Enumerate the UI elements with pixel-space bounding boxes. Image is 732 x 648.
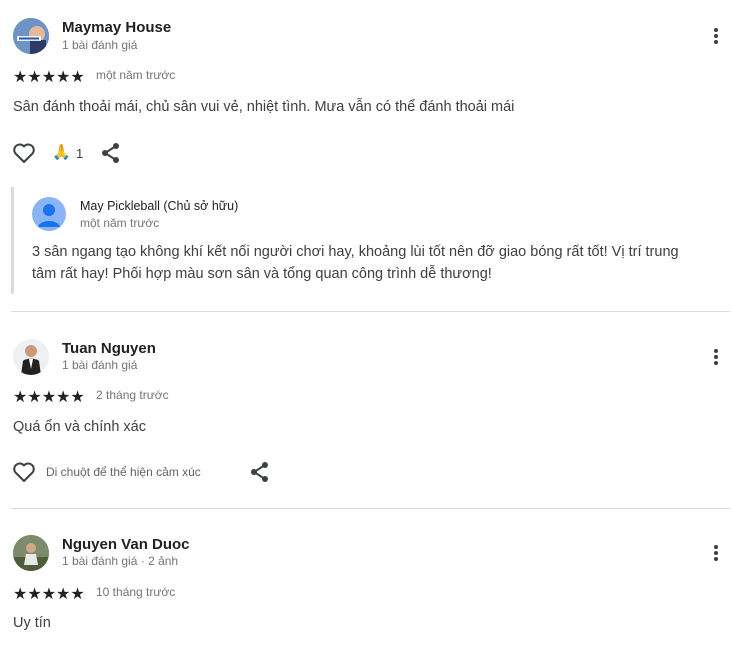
reviewer-avatar[interactable] [13,18,49,54]
like-button[interactable] [12,142,36,164]
reviewer-name[interactable]: Tuan Nguyen [62,340,156,357]
review-card-3: Nguyen Van Duoc 1 bài đánh giá · 2 ảnh ★… [0,509,732,648]
star-rating: ★★★★★ [13,389,85,406]
share-icon [102,143,119,163]
review-text: Sân đánh thoải mái, chủ sân vui vẻ, nhiệ… [13,99,515,115]
owner-reply-bar [11,187,14,294]
owner-avatar [32,197,66,231]
reviewer-review-count: 1 bài đánh giá · 2 ảnh [62,554,179,568]
reviewer-avatar[interactable] [13,339,49,375]
share-icon [251,462,268,482]
reaction-hover-hint: Di chuột để thể hiện cảm xúc [46,465,201,479]
heart-icon [13,462,35,482]
more-vert-icon [714,28,718,32]
more-options-button[interactable] [706,26,726,48]
heart-icon [13,143,35,163]
more-options-button[interactable] [706,543,726,565]
reaction-count: 1 [76,146,84,161]
reviewer-review-count: 1 bài đánh giá [62,358,138,372]
review-text: Uy tín [13,615,51,631]
review-date: 10 tháng trước [96,585,176,599]
reviewer-name[interactable]: Nguyen Van Duoc [62,536,190,553]
more-vert-icon [714,545,718,549]
review-card-2: Tuan Nguyen 1 bài đánh giá ★★★★★ 2 tháng… [0,312,732,508]
like-button[interactable] [12,461,36,483]
owner-reply-text-line-2: tâm rất hay! Phối hợp màu sơn sân và tổn… [32,266,492,282]
share-button[interactable] [101,142,121,164]
review-text: Quá ổn và chính xác [13,419,146,435]
owner-name: May Pickleball (Chủ sở hữu) [80,199,239,213]
more-options-button[interactable] [706,347,726,369]
star-rating: ★★★★★ [13,69,85,86]
reviewer-name[interactable]: Maymay House [62,19,171,36]
star-rating: ★★★★★ [13,586,85,603]
share-button[interactable] [250,461,270,483]
reviewer-avatar[interactable] [13,535,49,571]
owner-reply-date: một năm trước [80,216,160,230]
review-date: 2 tháng trước [96,388,169,402]
review-card-1: Maymay House 1 bài đánh giá ★★★★★ một nă… [0,0,732,310]
reviewer-review-count: 1 bài đánh giá [62,38,138,52]
pray-emoji[interactable]: 🙏 [52,143,71,161]
review-date: một năm trước [96,68,176,82]
more-vert-icon [714,349,718,353]
